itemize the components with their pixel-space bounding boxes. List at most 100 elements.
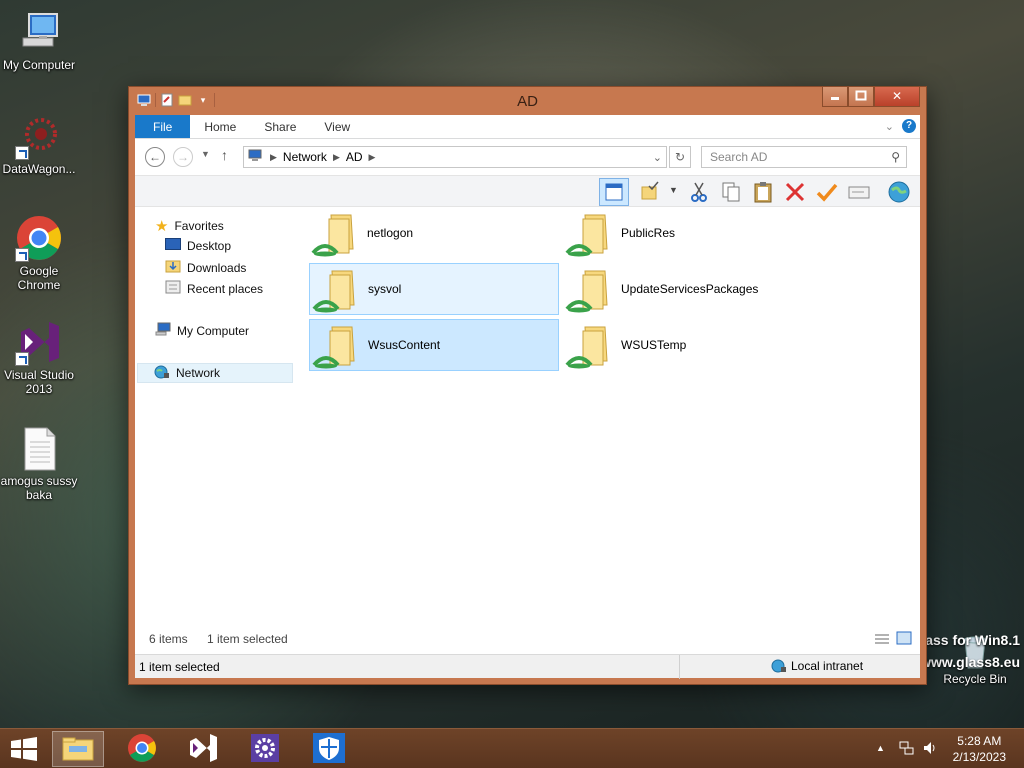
- forward-arrow-icon: →: [177, 150, 189, 164]
- globe-icon: [888, 181, 910, 203]
- desktop-icon-datawagon[interactable]: DataWagon...: [0, 112, 78, 176]
- shared-folder-icon: [311, 209, 361, 257]
- folder-item-publicres[interactable]: PublicRes: [563, 207, 813, 259]
- tab-view[interactable]: View: [310, 115, 364, 138]
- network-tray-icon[interactable]: [898, 740, 914, 759]
- tab-share[interactable]: Share: [250, 115, 310, 138]
- network-location-icon: [248, 149, 264, 166]
- folder-item-netlogon[interactable]: netlogon: [309, 207, 559, 259]
- copy-button[interactable]: [719, 180, 743, 204]
- nav-recent-places[interactable]: Recent places: [165, 280, 263, 297]
- file-explorer-icon: [62, 737, 94, 761]
- nav-downloads[interactable]: Downloads: [165, 259, 246, 276]
- start-button[interactable]: [10, 737, 38, 764]
- minimize-button[interactable]: [822, 87, 848, 107]
- taskbar-file-explorer[interactable]: [52, 731, 104, 767]
- cut-button[interactable]: [687, 180, 711, 204]
- clock-time: 5:28 AM: [957, 734, 1002, 748]
- desktop-icon-chrome[interactable]: Google Chrome: [0, 214, 78, 292]
- address-dropdown-icon[interactable]: ⌄: [653, 151, 662, 164]
- refresh-button[interactable]: ↻: [669, 146, 691, 168]
- chrome-icon: [15, 214, 63, 262]
- up-button[interactable]: ↑: [221, 147, 228, 163]
- visual-studio-icon: [15, 318, 63, 366]
- watermark-line2: www.glass8.eu: [920, 654, 1020, 670]
- folder-item-updateservicespackages[interactable]: UpdateServicesPackages: [563, 263, 813, 315]
- nav-network[interactable]: Network: [137, 363, 293, 383]
- shared-folder-icon: [565, 209, 615, 257]
- folder-item-wsustemp[interactable]: WSUSTemp: [563, 319, 813, 371]
- paste-button[interactable]: [751, 180, 775, 204]
- star-icon: ★: [155, 218, 169, 235]
- search-placeholder: Search AD: [710, 150, 768, 164]
- explorer-window[interactable]: ▾ AD ✕ File Home Share View ⌄ ? ← → ▼ ↑ …: [128, 86, 927, 685]
- navigation-pane: ★ Favorites Desktop Downloads Recent pla…: [135, 207, 293, 620]
- nav-my-computer[interactable]: My Computer: [155, 322, 249, 339]
- copy-icon: [722, 182, 740, 202]
- datawagon-icon: [15, 112, 63, 160]
- status-bar: 6 items 1 item selected: [135, 626, 920, 652]
- clipboard-icon: [754, 182, 772, 203]
- details-view-button[interactable]: [874, 632, 890, 649]
- close-icon: ✕: [891, 89, 903, 103]
- address-bar[interactable]: ▶ Network ▶ AD ▶ ⌄: [243, 146, 667, 168]
- rename-button[interactable]: [815, 180, 839, 204]
- preview-pane-button[interactable]: [599, 178, 629, 206]
- breadcrumb-ad[interactable]: AD: [346, 150, 363, 164]
- recent-locations-button[interactable]: ▼: [201, 149, 210, 159]
- shared-folder-icon: [565, 265, 615, 313]
- nav-desktop[interactable]: Desktop: [165, 238, 231, 253]
- taskbar-visual-studio[interactable]: [178, 731, 230, 767]
- delete-x-icon: [785, 182, 805, 202]
- desktop-icon-visual-studio[interactable]: Visual Studio 2013: [0, 318, 78, 396]
- folder-name: PublicRes: [621, 226, 676, 240]
- large-icons-view-button[interactable]: [896, 630, 912, 649]
- desktop-icon-label: DataWagon...: [2, 162, 76, 176]
- properties-card-icon: [848, 186, 870, 199]
- close-button[interactable]: ✕: [874, 87, 920, 107]
- folder-name: WsusContent: [368, 338, 441, 352]
- status-divider: [679, 655, 680, 679]
- select-dropdown-icon[interactable]: ▼: [669, 185, 678, 195]
- refresh-icon: ↻: [674, 150, 686, 164]
- clock[interactable]: 5:28 AM 2/13/2023: [953, 733, 1006, 765]
- file-list: netlogon PublicRes sysvol UpdateServices…: [305, 207, 920, 620]
- nav-favorites[interactable]: ★ Favorites: [155, 217, 224, 235]
- folder-item-sysvol[interactable]: sysvol: [309, 263, 559, 315]
- help-icon[interactable]: ?: [902, 119, 916, 133]
- volume-icon[interactable]: [922, 740, 938, 759]
- desktop-icon-text-file[interactable]: amogus sussy baka: [0, 424, 78, 502]
- show-hidden-icons-button[interactable]: ▲: [876, 743, 885, 753]
- properties-button[interactable]: [847, 180, 871, 204]
- back-button[interactable]: ←: [145, 147, 165, 167]
- maximize-button[interactable]: [848, 87, 874, 107]
- delete-button[interactable]: [783, 180, 807, 204]
- breadcrumb-separator: ▶: [332, 151, 340, 162]
- tab-home[interactable]: Home: [190, 115, 250, 138]
- shared-folder-icon: [565, 321, 615, 369]
- taskbar-chrome[interactable]: [116, 731, 168, 767]
- desktop-icon-my-computer[interactable]: My Computer: [0, 8, 78, 72]
- tab-file[interactable]: File: [135, 115, 191, 138]
- recent-places-icon: [165, 280, 181, 297]
- taskbar-settings[interactable]: [240, 731, 292, 767]
- taskbar-defender[interactable]: [304, 731, 356, 767]
- taskbar: ▲ 5:28 AM 2/13/2023: [0, 728, 1024, 768]
- breadcrumb-network[interactable]: Network: [283, 150, 327, 164]
- select-button[interactable]: [639, 180, 663, 204]
- folder-check-icon: [641, 181, 659, 200]
- folder-item-wsuscontent[interactable]: WsusContent: [309, 319, 559, 371]
- nav-label: Desktop: [187, 238, 232, 253]
- desktop-icon-label: My Computer: [2, 58, 76, 72]
- desktop-icon-label: Visual Studio 2013: [4, 368, 74, 396]
- forward-button[interactable]: →: [173, 147, 193, 167]
- details-status-bar: 1 item selected Local intranet: [135, 654, 920, 679]
- selection-count: 1 item selected: [207, 632, 288, 646]
- search-input[interactable]: Search AD ⚲: [701, 146, 907, 168]
- shared-folder-icon: [312, 265, 362, 313]
- ribbon-tabs: File Home Share View ⌄ ?: [135, 115, 920, 139]
- network-globe-button[interactable]: [887, 180, 911, 204]
- expand-ribbon-icon[interactable]: ⌄: [885, 120, 894, 133]
- nav-label: Favorites: [174, 219, 224, 233]
- title-bar[interactable]: ▾ AD ✕: [129, 87, 926, 115]
